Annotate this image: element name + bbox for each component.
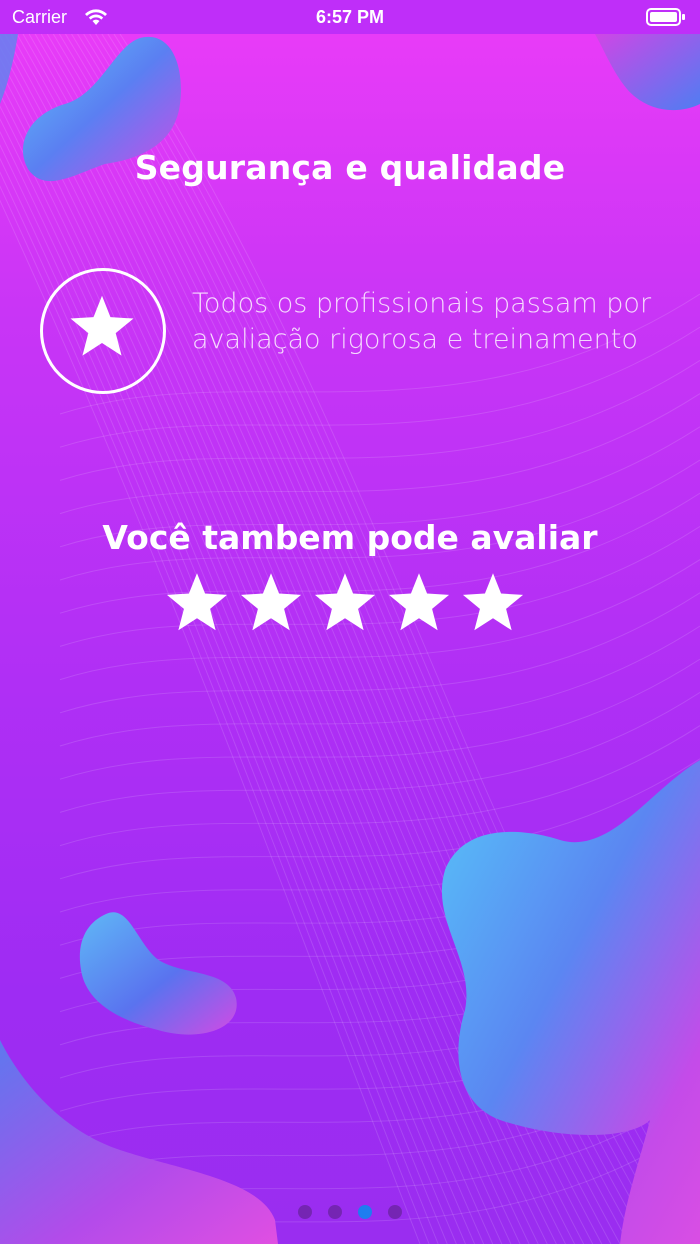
page-dot-2[interactable]	[328, 1205, 342, 1219]
blob-top-left-edge	[0, 34, 18, 104]
status-bar: Carrier 6:57 PM	[0, 0, 700, 34]
star-icon	[166, 573, 228, 631]
feature-badge	[40, 268, 166, 394]
blob-bottom-right	[441, 760, 700, 1244]
rating-star-4[interactable]	[382, 570, 456, 636]
star-icon	[388, 573, 450, 631]
page-dot-1[interactable]	[298, 1205, 312, 1219]
feature-description-line-2: avaliação rigorosa e treinamento	[192, 324, 638, 355]
rating-title: Você tambem pode avaliar	[102, 518, 598, 557]
feature-description: Todos os profissionais passam por avalia…	[192, 286, 682, 358]
rating-star-1[interactable]	[160, 570, 234, 636]
rating-star-3[interactable]	[308, 570, 382, 636]
star-icon	[240, 573, 302, 631]
rating-star-2[interactable]	[234, 570, 308, 636]
blob-bottom-left	[79, 912, 237, 1035]
page-dot-3[interactable]	[358, 1205, 372, 1219]
star-icon	[70, 295, 134, 356]
star-icon	[462, 573, 524, 631]
page-title: Segurança e qualidade	[134, 148, 566, 187]
battery-icon	[646, 8, 686, 31]
feature-description-line-1: Todos os profissionais passam por	[192, 288, 652, 319]
star-rating	[160, 570, 530, 636]
page-indicator	[0, 1205, 700, 1219]
rating-star-5[interactable]	[456, 570, 530, 636]
status-time: 6:57 PM	[315, 7, 385, 27]
star-icon	[314, 573, 376, 631]
page-dot-4[interactable]	[388, 1205, 402, 1219]
blob-top-right	[595, 34, 700, 111]
